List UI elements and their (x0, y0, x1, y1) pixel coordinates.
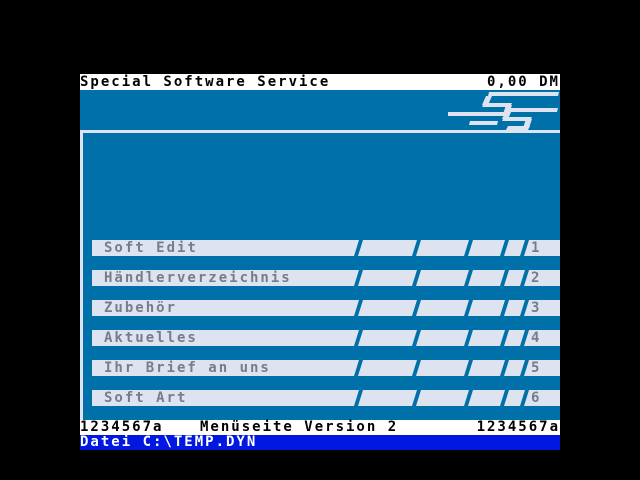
balance-display: 0,00 DM (486, 74, 560, 90)
menu-item[interactable]: Zubehör 3 (92, 300, 560, 316)
menu-item-number: 6 (531, 390, 542, 406)
menu-item-label: Soft Art (104, 390, 188, 406)
title-bar: Special Software Service 0,00 DM (80, 74, 560, 90)
menu-item[interactable]: Soft Edit 1 (92, 240, 560, 256)
menu-item-number: 5 (531, 360, 542, 376)
menu-item[interactable]: Soft Art 6 (92, 390, 560, 406)
status-right-code: 1234567a (476, 419, 560, 435)
menu-item-label: Soft Edit (104, 240, 198, 256)
file-bar: Datei C:\TEMP.DYN (80, 435, 560, 450)
file-path: Datei C:\TEMP.DYN (80, 434, 258, 450)
menu-item-number: 3 (531, 300, 542, 316)
status-left-code: 1234567a (80, 419, 164, 435)
menu-item[interactable]: Ihr Brief an uns 5 (92, 360, 560, 376)
sss-logo-icon (448, 92, 559, 130)
frame-left-line (80, 130, 83, 420)
menu-item-label: Aktuelles (104, 330, 198, 346)
menu-item-number: 4 (531, 330, 542, 346)
menu-item-number: 1 (531, 240, 542, 256)
main-panel: Soft Edit 1 Händlerverzeichnis 2 Zubehör 3 Akt… (80, 90, 560, 420)
status-bar: 1234567a Menüseite Version 2 1234567a (80, 420, 560, 435)
menu-item[interactable]: Aktuelles 4 (92, 330, 560, 346)
menu-item[interactable]: Händlerverzeichnis 2 (92, 270, 560, 286)
menu-item-label: Ihr Brief an uns (104, 360, 271, 376)
app-title: Special Software Service (80, 74, 331, 90)
menu-item-label: Händlerverzeichnis (104, 270, 292, 286)
page-title: Menüseite Version 2 (200, 419, 399, 435)
menu-item-label: Zubehör (104, 300, 178, 316)
menu-item-number: 2 (531, 270, 542, 286)
